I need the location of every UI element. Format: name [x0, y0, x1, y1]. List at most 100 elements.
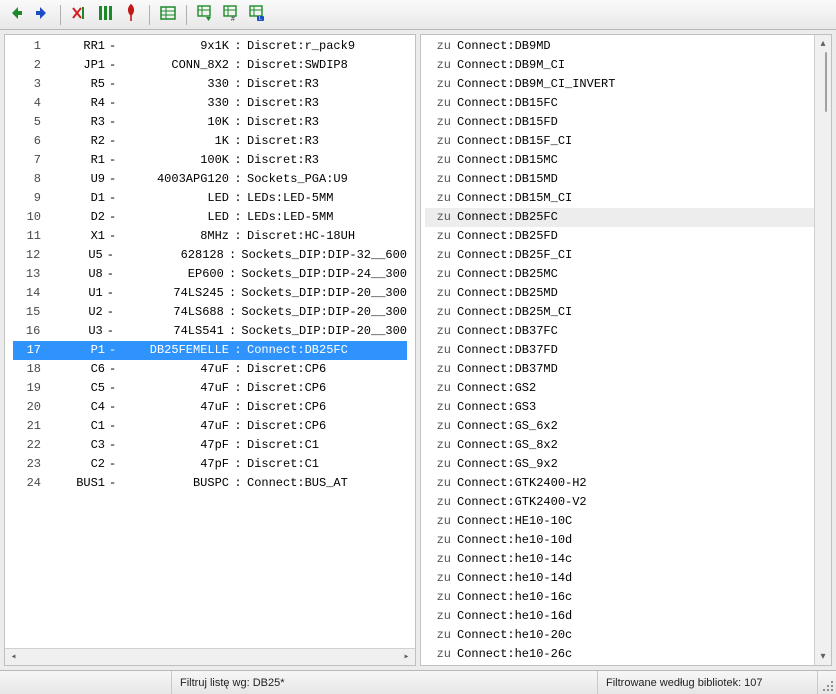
component-row[interactable]: 9D1-LED:LEDs:LED-5MM — [13, 189, 407, 208]
select-next-button[interactable] — [193, 3, 217, 27]
row-footprint-name: Connect:DB15M_CI — [451, 189, 572, 208]
component-row[interactable]: 7R1-100K:Discret:R3 — [13, 151, 407, 170]
select-next-num-button[interactable]: # — [219, 3, 243, 27]
footprint-row[interactable]: zuConnect:he10-14c — [425, 550, 823, 569]
component-row[interactable]: 5R3-10K:Discret:R3 — [13, 113, 407, 132]
component-row[interactable]: 11X1-8MHz:Discret:HC-18UH — [13, 227, 407, 246]
scroll-down-arrow-icon[interactable]: ▾ — [815, 648, 832, 665]
component-row[interactable]: 2JP1-CONN_8X2:Discret:SWDIP8 — [13, 56, 407, 75]
component-row[interactable]: 8U9-4003APG120:Sockets_PGA:U9 — [13, 170, 407, 189]
back-button[interactable] — [4, 3, 28, 27]
component-row[interactable]: 13U8-EP600:Sockets_DIP:DIP-24__300 — [13, 265, 407, 284]
footprint-row[interactable]: zuConnect:DB15F_CI — [425, 132, 823, 151]
resize-grip[interactable] — [818, 671, 836, 694]
row-value: 100K — [125, 151, 229, 170]
component-row[interactable]: 14U1-74LS245:Sockets_DIP:DIP-20__300 — [13, 284, 407, 303]
component-row[interactable]: 18C6-47uF:Discret:CP6 — [13, 360, 407, 379]
component-row[interactable]: 21C1-47uF:Discret:CP6 — [13, 417, 407, 436]
footprint-row[interactable]: zuConnect:DB15M_CI — [425, 189, 823, 208]
component-row[interactable]: 12U5-628128:Sockets_DIP:DIP-32__600 — [13, 246, 407, 265]
component-row[interactable]: 10D2-LED:LEDs:LED-5MM — [13, 208, 407, 227]
component-row[interactable]: 1RR1-9x1K:Discret:r_pack9 — [13, 37, 407, 56]
component-row[interactable]: 19C5-47uF:Discret:CP6 — [13, 379, 407, 398]
vertical-scrollbar[interactable]: ▴ ▾ — [814, 35, 831, 665]
row-colon: : — [229, 398, 247, 417]
component-row[interactable]: 24BUS1-BUSPC:Connect:BUS_AT — [13, 474, 407, 493]
scroll-left-arrow-icon[interactable]: ◂ — [5, 649, 22, 666]
footprint-row[interactable]: zuConnect:GS_6x2 — [425, 417, 823, 436]
component-row[interactable]: 3R5-330:Discret:R3 — [13, 75, 407, 94]
component-row[interactable]: 6R2-1K:Discret:R3 — [13, 132, 407, 151]
scroll-up-arrow-icon[interactable]: ▴ — [815, 35, 832, 52]
footprint-row[interactable]: zuConnect:DB25FD — [425, 227, 823, 246]
pdf-button[interactable] — [119, 3, 143, 27]
footprint-row[interactable]: zuConnect:DB25MC — [425, 265, 823, 284]
component-list[interactable]: 1RR1-9x1K:Discret:r_pack92JP1-CONN_8X2:D… — [5, 35, 415, 648]
footprint-row[interactable]: zuConnect:he10-16c — [425, 588, 823, 607]
footprint-row[interactable]: zuConnect:GTK2400-V2 — [425, 493, 823, 512]
footprint-row[interactable]: zuConnect:he10-14d — [425, 569, 823, 588]
table-button[interactable] — [156, 3, 180, 27]
component-row[interactable]: 20C4-47uF:Discret:CP6 — [13, 398, 407, 417]
row-value: LED — [125, 208, 229, 227]
footprint-row[interactable]: zuConnect:GS2 — [425, 379, 823, 398]
delete-assoc-button[interactable] — [67, 3, 91, 27]
forward-button[interactable] — [30, 3, 54, 27]
row-colon: : — [224, 265, 242, 284]
row-prefix: zu — [425, 626, 451, 645]
row-colon: : — [224, 284, 242, 303]
select-next-l-button[interactable]: L — [245, 3, 269, 27]
row-number: 1 — [13, 37, 41, 56]
horizontal-scrollbar[interactable]: ◂ ▸ — [5, 648, 415, 665]
footprint-row[interactable]: zuConnect:GTK2400-H2 — [425, 474, 823, 493]
footprint-list[interactable]: zuConnect:DB9MDzuConnect:DB9M_CIzuConnec… — [421, 35, 831, 665]
footprint-row[interactable]: zuConnect:he10-26c — [425, 645, 823, 664]
footprint-row[interactable]: zuConnect:DB9M_CI — [425, 56, 823, 75]
footprint-row[interactable]: zuConnect:GS_9x2 — [425, 455, 823, 474]
row-ref: R1 — [41, 151, 105, 170]
footprint-row[interactable]: zuConnect:DB15FD — [425, 113, 823, 132]
footprint-row[interactable]: zuConnect:DB9MD — [425, 37, 823, 56]
footprint-row[interactable]: zuConnect:DB25MD — [425, 284, 823, 303]
footprint-row[interactable]: zuConnect:GS_8x2 — [425, 436, 823, 455]
row-footprint: Discret:CP6 — [247, 360, 407, 379]
row-dash: - — [105, 227, 125, 246]
component-row[interactable]: 15U2-74LS688:Sockets_DIP:DIP-20__300 — [13, 303, 407, 322]
component-row[interactable]: 4R4-330:Discret:R3 — [13, 94, 407, 113]
auto-assoc-button[interactable] — [93, 3, 117, 27]
footprint-row[interactable]: zuConnect:DB9M_CI_INVERT — [425, 75, 823, 94]
row-footprint-name: Connect:DB15F_CI — [451, 132, 572, 151]
row-number: 13 — [13, 265, 40, 284]
row-footprint-name: Connect:GS_8x2 — [451, 436, 558, 455]
row-ref: X1 — [41, 227, 105, 246]
footprint-row[interactable]: zuConnect:he10-20c — [425, 626, 823, 645]
svg-text:#: # — [231, 16, 235, 22]
scroll-right-arrow-icon[interactable]: ▸ — [398, 649, 415, 666]
component-row[interactable]: 22C3-47pF:Discret:C1 — [13, 436, 407, 455]
row-ref: U1 — [40, 284, 102, 303]
footprint-row[interactable]: zuConnect:DB37FD — [425, 341, 823, 360]
footprint-row[interactable]: zuConnect:he10-16d — [425, 607, 823, 626]
footprint-list-pane: zuConnect:DB9MDzuConnect:DB9M_CIzuConnec… — [420, 34, 832, 666]
footprint-row[interactable]: zuConnect:DB37FC — [425, 322, 823, 341]
row-value: CONN_8X2 — [125, 56, 229, 75]
footprint-row[interactable]: zuConnect:DB15FC — [425, 94, 823, 113]
row-dash: - — [105, 170, 125, 189]
footprint-row[interactable]: zuConnect:DB25F_CI — [425, 246, 823, 265]
footprint-row[interactable]: zuConnect:HE10-10C — [425, 512, 823, 531]
row-prefix: zu — [425, 455, 451, 474]
footprint-row[interactable]: zuConnect:DB15MC — [425, 151, 823, 170]
footprint-row[interactable]: zuConnect:GS3 — [425, 398, 823, 417]
footprint-row[interactable]: zuConnect:DB37MD — [425, 360, 823, 379]
component-row[interactable]: 16U3-74LS541:Sockets_DIP:DIP-20__300 — [13, 322, 407, 341]
footprint-row[interactable]: zuConnect:he10-10d — [425, 531, 823, 550]
footprint-row[interactable]: zuConnect:DB25FC — [425, 208, 823, 227]
footprint-row[interactable]: zuConnect:DB15MD — [425, 170, 823, 189]
row-colon: : — [229, 75, 247, 94]
footprint-row[interactable]: zuConnect:DB25M_CI — [425, 303, 823, 322]
component-row[interactable]: 23C2-47pF:Discret:C1 — [13, 455, 407, 474]
component-row[interactable]: 17P1-DB25FEMELLE:Connect:DB25FC — [13, 341, 407, 360]
scrollbar-thumb[interactable] — [825, 52, 827, 112]
row-footprint: Discret:C1 — [247, 436, 407, 455]
row-footprint: Sockets_PGA:U9 — [247, 170, 407, 189]
